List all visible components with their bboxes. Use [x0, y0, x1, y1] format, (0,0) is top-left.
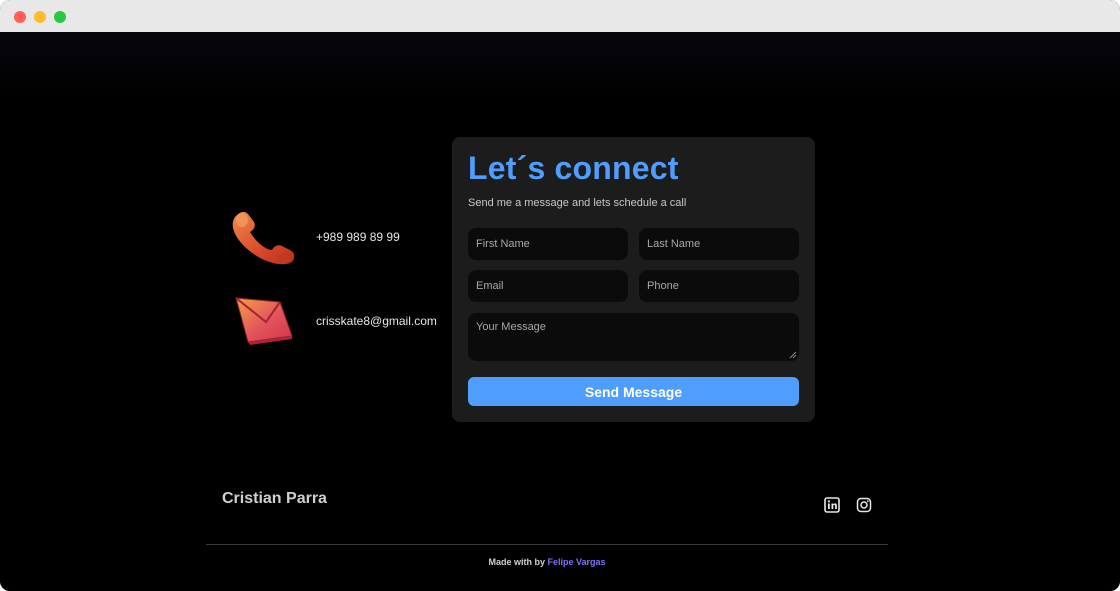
footer-divider	[206, 544, 888, 545]
email-address[interactable]: crisskate8@gmail.com	[316, 314, 437, 328]
envelope-icon	[226, 292, 302, 352]
window-titlebar	[0, 0, 1120, 32]
email-input[interactable]	[468, 270, 628, 302]
phone-number[interactable]: +989 989 89 99	[316, 230, 400, 244]
credits-author-link[interactable]: Felipe Vargas	[548, 557, 606, 567]
last-name-input[interactable]	[639, 228, 799, 260]
contact-form-card: Let´s connect Send me a message and lets…	[452, 137, 815, 422]
phone-input[interactable]	[639, 270, 799, 302]
contact-page: +989 989 89 99 crisskate8@gmail.com Let´…	[0, 32, 1120, 591]
instagram-icon[interactable]	[856, 497, 872, 513]
form-subtitle: Send me a message and lets schedule a ca…	[468, 197, 687, 209]
resize-grip-icon[interactable]	[789, 351, 797, 359]
browser-window: +989 989 89 99 crisskate8@gmail.com Let´…	[0, 0, 1120, 591]
send-message-button[interactable]: Send Message	[468, 377, 799, 406]
contact-email: crisskate8@gmail.com	[226, 292, 437, 352]
linkedin-icon[interactable]	[824, 497, 840, 513]
maximize-window-button[interactable]	[54, 11, 66, 23]
contact-phone: +989 989 89 99	[226, 208, 400, 268]
phone-icon	[226, 208, 302, 268]
footer-name: Cristian Parra	[222, 490, 327, 507]
first-name-input[interactable]	[468, 228, 628, 260]
minimize-window-button[interactable]	[34, 11, 46, 23]
close-window-button[interactable]	[14, 11, 26, 23]
credits-prefix: Made with by	[488, 557, 545, 567]
message-textarea[interactable]	[468, 313, 799, 361]
footer-credits: Made with by Felipe Vargas	[0, 557, 1094, 567]
form-title: Let´s connect	[468, 150, 679, 186]
